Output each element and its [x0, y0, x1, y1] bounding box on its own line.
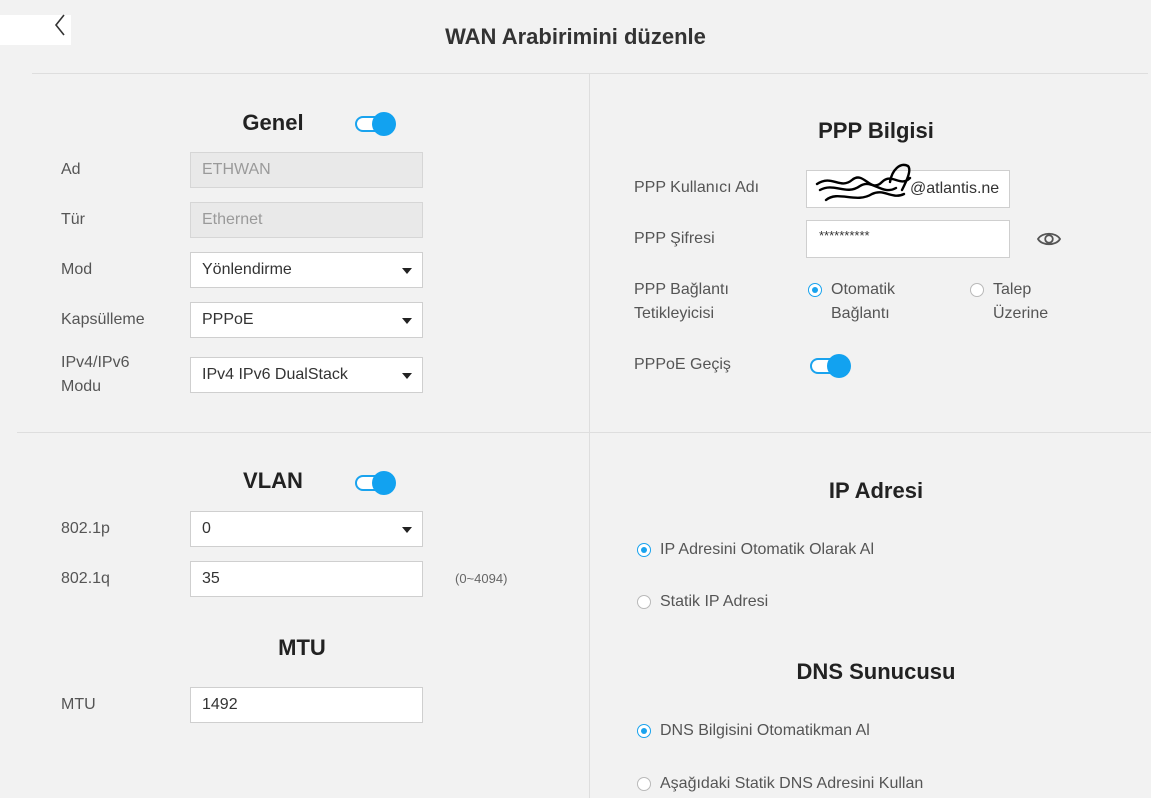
ip-auto-label[interactable]: IP Adresini Otomatik Olarak Al — [660, 538, 874, 562]
p-label: 802.1p — [61, 520, 110, 537]
mode-select[interactable]: Yönlendirme — [190, 252, 423, 288]
ipmode-label-line1: IPv4/IPv6 — [61, 354, 130, 371]
dns-title: DNS Sunucusu — [796, 659, 956, 684]
ppp-title: PPP Bilgisi — [818, 118, 934, 143]
pppoe-passthrough-toggle[interactable] — [810, 354, 851, 378]
type-label: Tür — [61, 211, 85, 228]
dns-static-label[interactable]: Aşağıdaki Statik DNS Adresini Kullan — [660, 772, 923, 796]
dns-auto-radio[interactable] — [637, 724, 651, 738]
ppp-pass-input[interactable]: ********** — [806, 220, 1010, 258]
general-title: Genel — [242, 110, 304, 135]
mtu-label: MTU — [61, 696, 96, 713]
mtu-title: MTU — [278, 635, 326, 660]
section-divider — [17, 432, 1151, 433]
ppp-trigger-auto-radio[interactable] — [808, 283, 822, 297]
pppoe-passthrough-label: PPPoE Geçiş — [634, 356, 731, 373]
ppp-trigger-auto-line1[interactable]: Otomatik — [831, 278, 895, 302]
ppp-trigger-demand-radio[interactable] — [970, 283, 984, 297]
dns-auto-label[interactable]: DNS Bilgisini Otomatikman Al — [660, 719, 870, 743]
caret-down-icon — [402, 318, 412, 324]
p-select-value: 0 — [202, 520, 211, 537]
vlan-toggle[interactable] — [355, 471, 396, 495]
page-title: WAN Arabirimini düzenle — [445, 24, 706, 49]
q-input[interactable]: 35 — [190, 561, 423, 597]
ppp-user-label: PPP Kullanıcı Adı — [634, 179, 760, 196]
encap-label: Kapsülleme — [61, 311, 145, 328]
ipmode-select[interactable]: IPv4 IPv6 DualStack — [190, 357, 423, 393]
encap-select[interactable]: PPPoE — [190, 302, 423, 338]
caret-down-icon — [402, 373, 412, 379]
q-label: 802.1q — [61, 570, 110, 587]
header-divider — [32, 73, 1148, 74]
ppp-trigger-label-line1: PPP Bağlantı — [634, 281, 729, 298]
mtu-input[interactable]: 1492 — [190, 687, 423, 723]
mode-label: Mod — [61, 261, 93, 278]
eye-icon[interactable] — [1036, 229, 1062, 249]
ipmode-select-value: IPv4 IPv6 DualStack — [202, 366, 348, 383]
ppp-trigger-demand-line1[interactable]: Talep — [993, 278, 1031, 302]
ipmode-label-line2: Modu — [61, 378, 102, 395]
general-toggle[interactable] — [355, 112, 396, 136]
mode-select-value: Yönlendirme — [202, 261, 292, 278]
ppp-trigger-label-line2: Tetikleyicisi — [634, 305, 715, 322]
ppp-trigger-auto-line2[interactable]: Bağlantı — [831, 302, 890, 326]
p-select[interactable]: 0 — [190, 511, 423, 547]
type-field: Ethernet — [190, 202, 423, 238]
ip-auto-radio[interactable] — [637, 543, 651, 557]
dns-static-radio[interactable] — [637, 777, 651, 791]
vlan-title: VLAN — [243, 468, 303, 493]
ppp-user-value: @atlantis.ne — [910, 180, 1000, 197]
ppp-trigger-demand-line2[interactable]: Üzerine — [993, 302, 1048, 326]
ppp-pass-label: PPP Şifresi — [634, 230, 715, 247]
ip-static-label[interactable]: Statik IP Adresi — [660, 590, 768, 614]
ip-title: IP Adresi — [828, 478, 924, 503]
redaction-scribble — [815, 163, 912, 202]
encap-select-value: PPPoE — [202, 311, 254, 328]
caret-down-icon — [402, 268, 412, 274]
ip-static-radio[interactable] — [637, 595, 651, 609]
name-label: Ad — [61, 161, 81, 178]
column-divider — [589, 73, 590, 798]
name-field: ETHWAN — [190, 152, 423, 188]
caret-down-icon — [402, 527, 412, 533]
q-range-hint: (0~4094) — [455, 571, 508, 586]
